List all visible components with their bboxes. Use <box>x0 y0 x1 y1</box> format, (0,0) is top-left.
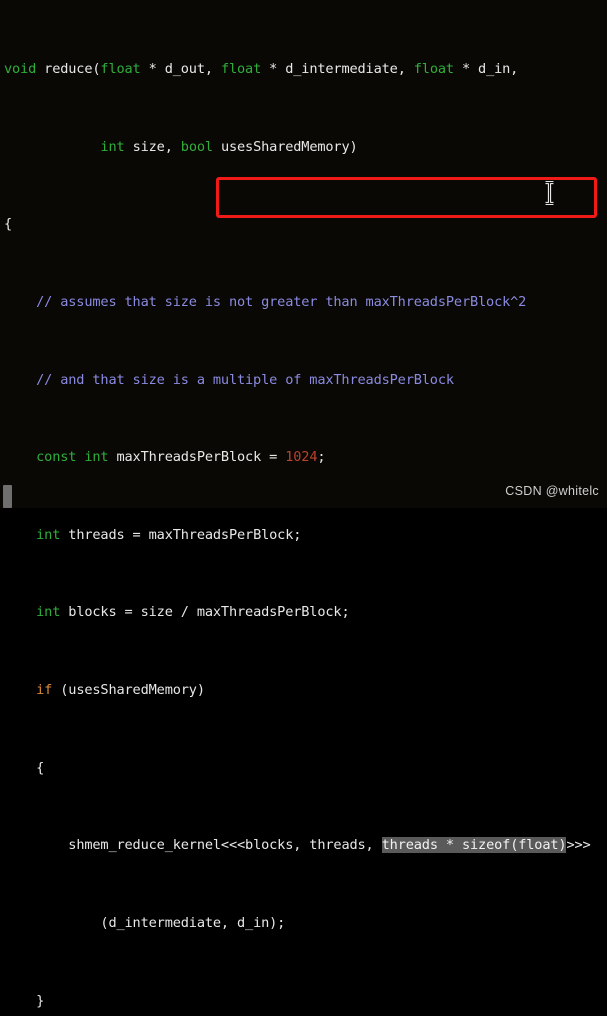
var-threads: threads = maxThreadsPerBlock; <box>60 526 302 543</box>
param-d-out: * d_out, <box>140 61 221 78</box>
watermark-text: CSDN @whitelc <box>505 484 599 498</box>
keyword-void: void <box>4 61 37 78</box>
selected-paren-close[interactable]: ) <box>558 837 567 854</box>
vertical-scrollbar-thumb[interactable] <box>3 485 12 508</box>
close-brace: } <box>36 992 45 1009</box>
param-uses-shared-memory: usesSharedMemory) <box>212 138 358 155</box>
type-int: int <box>100 138 125 155</box>
comment: // assumes that size is not greater than… <box>4 294 527 311</box>
selected-type-float[interactable]: float <box>518 837 559 854</box>
semicolon: ; <box>317 449 326 466</box>
selected-text-threads[interactable]: threads * <box>381 837 462 854</box>
selected-keyword-sizeof[interactable]: sizeof <box>461 837 510 854</box>
kernel-launch-shmem: shmem_reduce_kernel<<<blocks, threads, <box>68 837 382 854</box>
number-literal: 1024 <box>285 449 318 466</box>
param-size: size, <box>124 138 181 155</box>
type-int: int <box>76 449 109 466</box>
kernel-args: (d_intermediate, d_in); <box>100 914 286 931</box>
type-float: float <box>413 61 454 78</box>
code-line[interactable]: (d_intermediate, d_in); <box>0 914 607 933</box>
code-line[interactable]: if (usesSharedMemory) <box>0 681 607 700</box>
type-float: float <box>100 61 141 78</box>
condition-uses-shared-memory: (usesSharedMemory) <box>52 682 205 699</box>
type-float: float <box>220 61 262 78</box>
kernel-launch-close: >>> <box>566 837 591 854</box>
param-d-intermediate: * d_intermediate, <box>261 61 414 78</box>
function-name-reduce: reduce( <box>36 61 101 78</box>
comment: // and that size is a multiple of maxThr… <box>4 371 454 388</box>
type-int: int <box>36 526 61 543</box>
code-line[interactable]: { <box>0 215 607 234</box>
code-line[interactable]: int blocks = size / maxThreadsPerBlock; <box>0 603 607 622</box>
type-int: int <box>36 604 61 621</box>
code-line[interactable]: void reduce(float * d_out, float * d_int… <box>0 60 607 79</box>
param-d-in: * d_in, <box>453 61 519 78</box>
open-brace: { <box>36 759 45 776</box>
code-line[interactable]: } <box>0 992 607 1011</box>
code-editor-viewport[interactable]: void reduce(float * d_out, float * d_int… <box>0 0 607 1008</box>
code-line[interactable]: const int maxThreadsPerBlock = 1024; <box>0 448 607 467</box>
var-blocks: blocks = size / maxThreadsPerBlock; <box>60 604 350 621</box>
code-line[interactable]: int size, bool usesSharedMemory) <box>0 138 607 157</box>
open-brace: { <box>4 216 13 233</box>
code-line[interactable]: { <box>0 759 607 778</box>
keyword-if: if <box>36 682 53 699</box>
code-line-selected[interactable]: shmem_reduce_kernel<<<blocks, threads, t… <box>0 836 607 855</box>
code-line[interactable]: // and that size is a multiple of maxThr… <box>0 371 607 390</box>
var-max-threads-per-block: maxThreadsPerBlock = <box>108 449 286 466</box>
type-bool: bool <box>180 138 213 155</box>
code-line[interactable]: int threads = maxThreadsPerBlock; <box>0 526 607 545</box>
code-line[interactable]: // assumes that size is not greater than… <box>0 293 607 312</box>
keyword-const: const <box>36 449 77 466</box>
